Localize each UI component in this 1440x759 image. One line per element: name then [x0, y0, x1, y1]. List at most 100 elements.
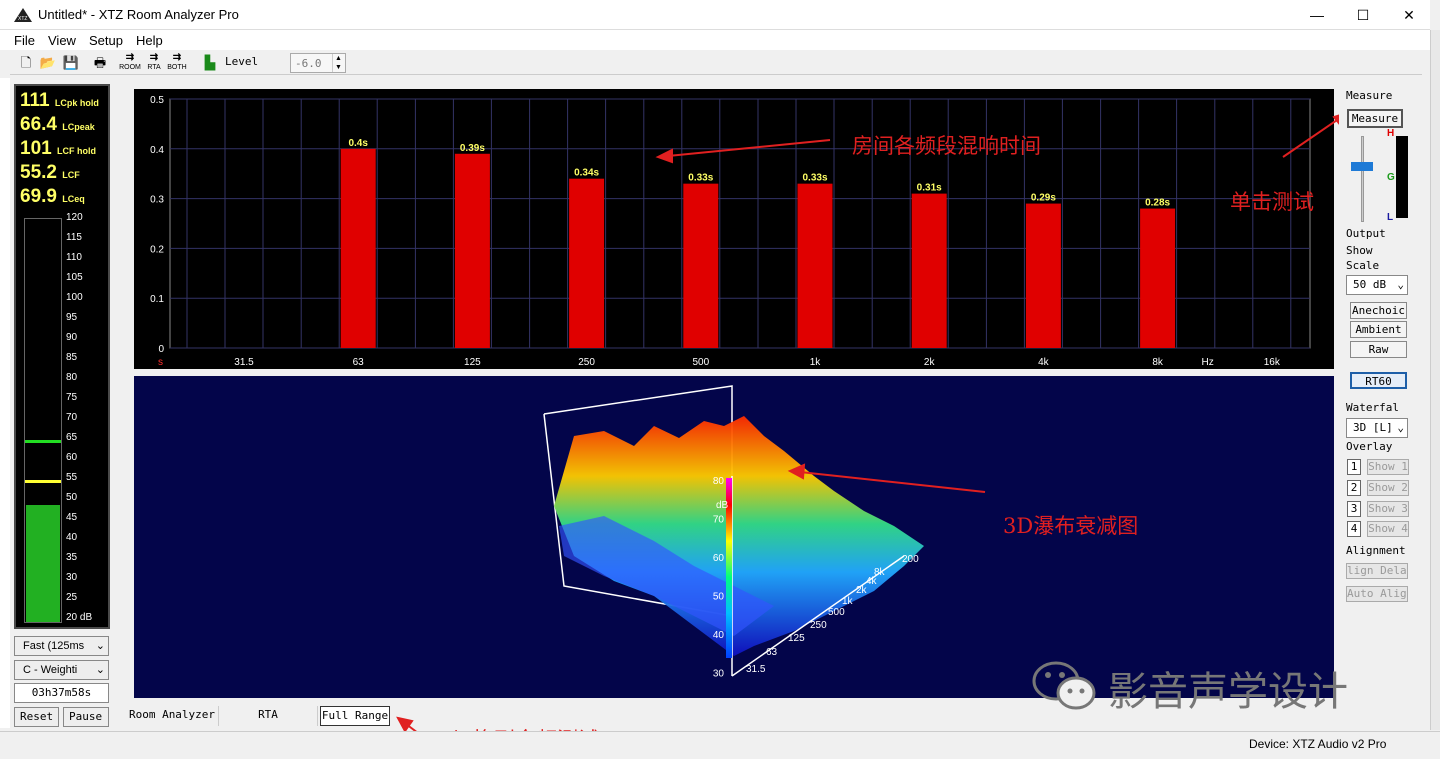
freq-tick-label: 1k — [842, 596, 854, 607]
align-delay-button[interactable]: lign Delay — [1346, 563, 1408, 579]
waterfall-value: 3D [L] — [1353, 421, 1393, 434]
output-label: Output — [1346, 227, 1386, 240]
overlay-3-button[interactable]: 3 — [1347, 501, 1361, 517]
rta-mode-button[interactable]: ⇉ RTA — [142, 52, 166, 74]
maximize-button[interactable]: ☐ — [1340, 0, 1386, 30]
weighting-select[interactable]: C - Weighti ⌄ — [14, 660, 109, 680]
watermark: 影音声学设计 — [1030, 655, 1410, 715]
speed-select[interactable]: Fast (125ms ⌄ — [14, 636, 109, 656]
device-status: Device: XTZ Audio v2 Pro — [1249, 737, 1387, 751]
minimize-button[interactable]: — — [1294, 0, 1340, 30]
room-label: ROOM — [119, 64, 141, 71]
db-tick-label: 30 — [713, 669, 725, 680]
menu-setup[interactable]: Setup — [89, 33, 123, 48]
watermark-text: 影音声学设计 — [1108, 669, 1348, 715]
freq-tick-label: 125 — [788, 633, 805, 644]
right-scrollbar[interactable] — [1430, 30, 1440, 730]
pause-button[interactable]: Pause — [63, 707, 109, 727]
show-3-button[interactable]: Show 3 — [1367, 501, 1409, 517]
db-axis-label: dB — [716, 500, 729, 511]
meter-tick-label: 110 — [66, 252, 82, 263]
level-stepper[interactable]: -6.0 ▲ ▼ — [290, 53, 346, 73]
tab-full-range[interactable]: Full Range — [320, 706, 390, 726]
both-mode-button[interactable]: ⇉ BOTH — [165, 52, 189, 74]
meter-tick-label: 115 — [66, 232, 82, 243]
x-tick-label: 63 — [353, 357, 365, 368]
meter-tick-label: 100 — [66, 292, 83, 303]
app-logo-icon: XTZ — [14, 8, 32, 22]
waterfall-panel: dB 80 70 60 50 40 30 31.5 63 125 250 500 1k 2k 4k 8k 2… — [134, 376, 1334, 698]
y-tick-label: 0.1 — [150, 294, 164, 305]
rt60-bar — [1025, 203, 1061, 348]
y-tick-label: 0.2 — [150, 244, 164, 255]
waterfall-select[interactable]: 3D [L] ⌄ — [1346, 418, 1408, 438]
x-tick-label: 31.5 — [234, 357, 254, 368]
tab-rta[interactable]: RTA — [218, 706, 318, 726]
scale-label: Scale — [1346, 259, 1380, 272]
show-2-button[interactable]: Show 2 — [1367, 480, 1409, 496]
meter-tick-label: 55 — [66, 472, 78, 483]
wechat-logo-icon — [1032, 661, 1096, 710]
ambient-button[interactable]: Ambient — [1350, 321, 1407, 338]
raw-button[interactable]: Raw — [1350, 341, 1407, 358]
meter-tick-label: 90 — [66, 332, 78, 343]
window-title: Untitled* - XTZ Room Analyzer Pro — [38, 7, 239, 22]
rt60-bar — [340, 148, 376, 348]
anechoic-button[interactable]: Anechoic — [1350, 302, 1407, 319]
bar-data-label: 0.33s — [688, 173, 713, 184]
meter-tick-label: 30 — [66, 572, 78, 583]
overlay-label: Overlay — [1346, 440, 1393, 453]
output-slider-thumb[interactable] — [1351, 162, 1373, 171]
meter-tick-label: 45 — [66, 512, 78, 523]
open-folder-icon[interactable]: 📂 — [38, 53, 58, 73]
new-file-icon[interactable]: 🗋 — [16, 53, 36, 73]
output-slider[interactable] — [1349, 136, 1375, 222]
y-unit-label: s — [158, 357, 163, 368]
show-1-button[interactable]: Show 1 — [1367, 459, 1409, 475]
measure-button[interactable]: Measure — [1347, 109, 1403, 128]
readout-lcpk-hold: 111 LCpk hold — [20, 90, 99, 111]
meter-tick-label: 20 dB — [66, 612, 93, 623]
db-tick-label: 50 — [713, 592, 725, 603]
scale-value: 50 dB — [1353, 278, 1387, 291]
app-window: XTZ Untitled* - XTZ Room Analyzer Pro — … — [0, 0, 1440, 759]
meter-tick-label: 50 — [66, 492, 78, 503]
annotation-waterfall: 3D瀑布衰减图 — [1003, 514, 1139, 538]
freq-tick-label: 500 — [828, 607, 845, 618]
meter-tick-label: 40 — [66, 532, 78, 543]
tab-room-analyzer[interactable]: Room Analyzer — [128, 706, 216, 726]
y-tick-label: 0 — [158, 344, 164, 355]
overlay-2-button[interactable]: 2 — [1347, 480, 1361, 496]
auto-align-button[interactable]: Auto Align — [1346, 586, 1408, 602]
show-4-button[interactable]: Show 4 — [1367, 521, 1409, 537]
overlay-1-button[interactable]: 1 — [1347, 459, 1361, 475]
x-unit-label: Hz — [1201, 357, 1213, 368]
save-icon[interactable]: 💾 — [61, 53, 81, 73]
meter-tick-label: 70 — [66, 412, 78, 423]
menu-file[interactable]: File — [14, 33, 35, 48]
menu-help[interactable]: Help — [136, 33, 163, 48]
menu-view[interactable]: View — [48, 33, 76, 48]
bar-data-label: 0.34s — [574, 168, 599, 179]
bar-data-label: 0.28s — [1145, 198, 1170, 209]
x-tick-label: 16k — [1264, 357, 1281, 368]
scale-select[interactable]: 50 dB ⌄ — [1346, 275, 1408, 295]
readout-lcpeak: 66.4 LCpeak — [20, 114, 95, 135]
room-mode-button[interactable]: ⇉ ROOM — [118, 52, 142, 74]
rt60-chart-panel: 0 0.1 0.2 0.3 0.4 0.5 31.5 63 125 250 500 1k 2k 4k 8k 1… — [134, 89, 1334, 369]
y-tick-label: 0.4 — [150, 145, 164, 156]
x-tick-label: 4k — [1038, 357, 1050, 368]
freq-tick-label: 200 — [902, 554, 919, 565]
rt60-bar — [911, 193, 947, 348]
meter-tick-label: 35 — [66, 552, 78, 563]
rt60-button[interactable]: RT60 — [1350, 372, 1407, 389]
left-edge-panel — [0, 78, 10, 728]
rt60-chart: 0 0.1 0.2 0.3 0.4 0.5 31.5 63 125 250 500 1k 2k 4k 8k 1… — [150, 95, 1311, 368]
stepper-arrows-icon[interactable]: ▲ ▼ — [332, 54, 344, 72]
db-tick-label: 40 — [713, 630, 725, 641]
close-button[interactable]: ✕ — [1386, 0, 1432, 30]
overlay-4-button[interactable]: 4 — [1347, 521, 1361, 537]
y-tick-label: 0.5 — [150, 95, 164, 106]
print-icon[interactable]: 🖶 — [90, 53, 110, 73]
reset-button[interactable]: Reset — [14, 707, 59, 727]
